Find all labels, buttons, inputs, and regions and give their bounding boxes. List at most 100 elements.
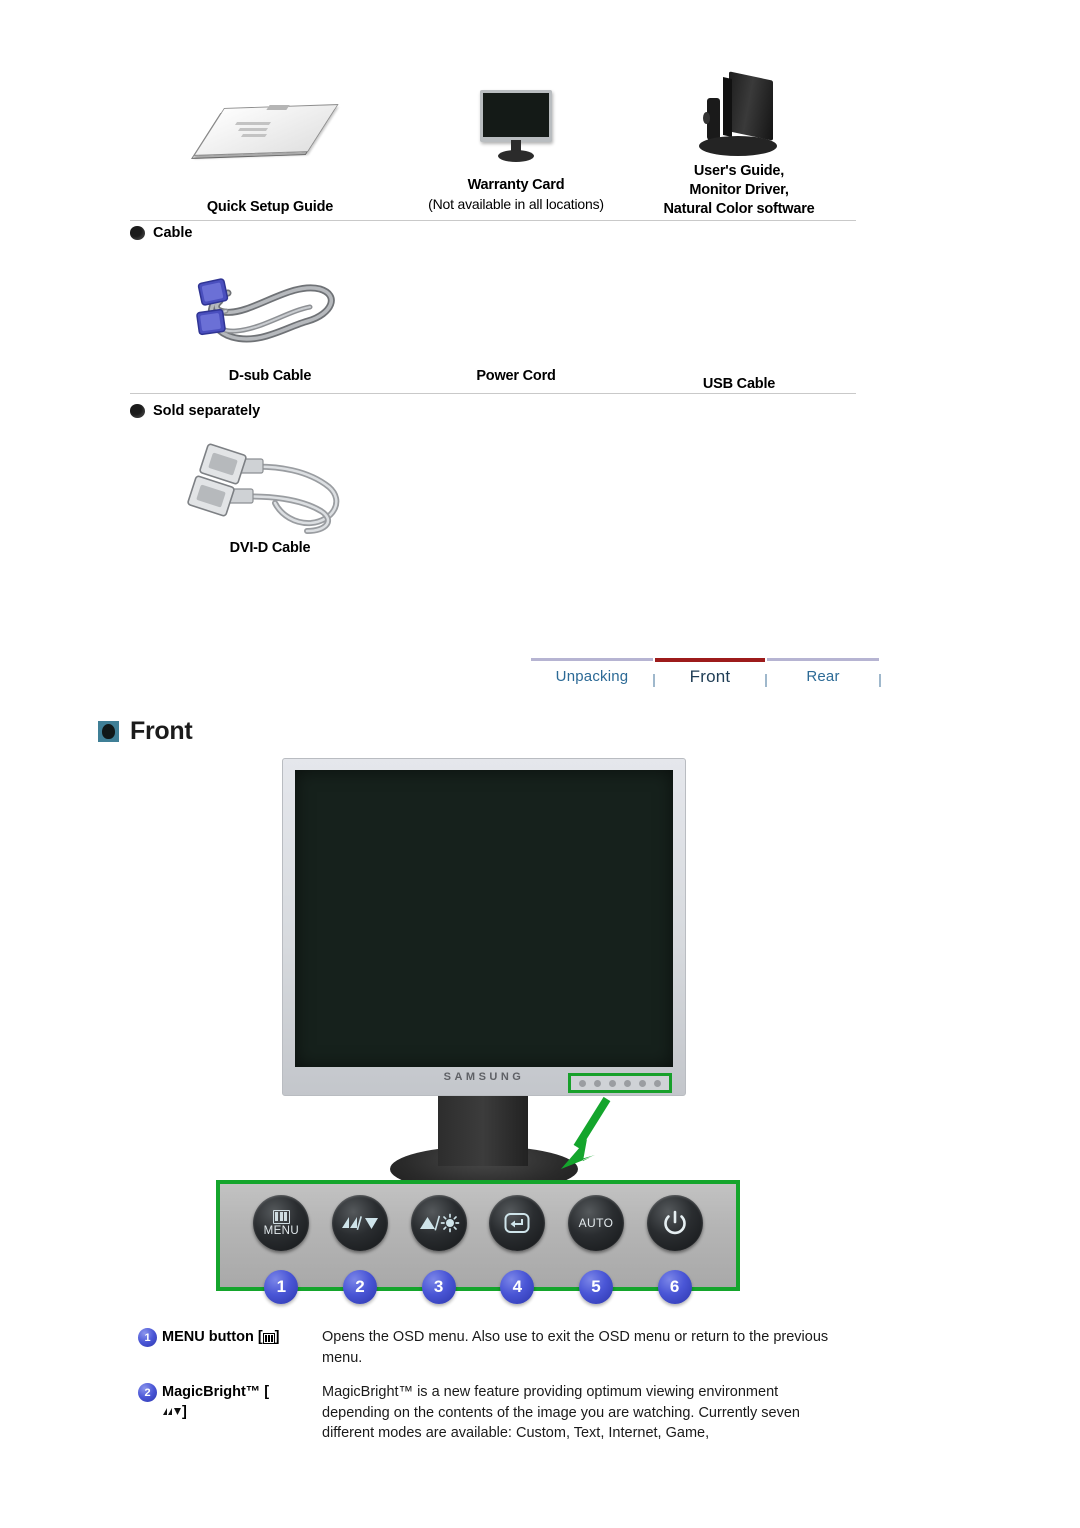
- monitor-button-dot: [594, 1079, 601, 1087]
- monitor-front-photo: SAMSUNG: [282, 758, 686, 1192]
- monitor-button-dot: [654, 1079, 661, 1087]
- accessories-row-documents: Quick Setup Guide Warranty Card (Not ava…: [130, 40, 856, 220]
- accessory-label-quick-setup-guide: Quick Setup Guide: [206, 199, 334, 215]
- tab-label-front: Front: [689, 667, 731, 686]
- number-badge-6: 6: [657, 1270, 692, 1304]
- monitor-front-image: [474, 40, 558, 162]
- number-badge-1: 1: [138, 1328, 157, 1347]
- magicbright-down-icon: [340, 1214, 380, 1232]
- accessory-label-dsub-cable: D-sub Cable: [228, 368, 312, 384]
- monitor-button-dot: [579, 1079, 586, 1087]
- page-title-front: Front: [98, 717, 193, 746]
- dsub-cable-icon: [190, 267, 350, 359]
- menu-bars-icon: [262, 1333, 275, 1344]
- accessory-label-power-cord: Power Cord: [476, 368, 556, 384]
- control-panel-buttons: MENU AUTO: [220, 1195, 736, 1251]
- tab-underline: [767, 658, 879, 661]
- accessory-usb-cable: USB Cable: [622, 247, 856, 393]
- monitor-button-dot: [639, 1079, 646, 1087]
- accessory-label-users-guide-1: User's Guide,: [693, 163, 785, 179]
- sold-separately-heading-label: Sold separately: [153, 403, 261, 419]
- bullet-dot-icon: [130, 226, 145, 240]
- row-description-cell: MagicBright™ is a new feature providing …: [322, 1384, 800, 1441]
- accessory-users-guide: User's Guide, Monitor Driver, Natural Co…: [622, 40, 856, 220]
- accessory-power-cord: Power Cord: [410, 247, 622, 393]
- accessory-label-users-guide-2: Monitor Driver,: [689, 182, 789, 198]
- number-badge-2: 2: [342, 1270, 377, 1304]
- accessories-row-cables: D-sub Cable Power Cord USB Cable: [130, 247, 856, 393]
- menu-button-term-tail: ]: [274, 1329, 280, 1345]
- magicbright-term-label: MagicBright™ [: [162, 1384, 270, 1400]
- accessory-quick-setup-guide: Quick Setup Guide: [130, 40, 410, 220]
- monitor-bezel: SAMSUNG: [282, 758, 686, 1096]
- number-badge-3: 3: [421, 1270, 456, 1304]
- menu-button-term-label: MENU button [: [162, 1329, 263, 1345]
- auto-button[interactable]: AUTO: [567, 1195, 624, 1251]
- row-term-cell: MENU button []: [162, 1327, 322, 1347]
- control-panel-number-badges: 1 2 3 4 5 6: [220, 1270, 736, 1304]
- tab-unpacking[interactable]: Unpacking: [531, 658, 653, 692]
- cable-heading-label: Cable: [153, 225, 193, 241]
- accessory-label-users-guide-group: User's Guide, Monitor Driver, Natural Co…: [663, 162, 814, 220]
- sold-separately-section-heading: Sold separately: [130, 403, 856, 419]
- dvi-d-cable-image: [183, 423, 358, 534]
- dvi-d-cable-icon: [183, 439, 358, 534]
- accessory-label-warranty-card: Warranty Card: [467, 177, 565, 193]
- row-description-cell: Opens the OSD menu. Also use to exit the…: [322, 1329, 829, 1366]
- monitor-button-dot: [609, 1079, 616, 1087]
- menu-bars-icon: [272, 1209, 290, 1224]
- accessory-note-warranty-card: (Not available in all locations): [428, 196, 604, 212]
- monitor-front-icon: [474, 90, 558, 162]
- monitor-angled-image: [689, 40, 789, 162]
- tab-rear[interactable]: Rear: [767, 658, 879, 692]
- enter-button[interactable]: [489, 1195, 546, 1251]
- accessory-dvi-d-cable: DVI-D Cable: [130, 423, 410, 565]
- accessory-warranty-card: Warranty Card (Not available in all loca…: [410, 40, 622, 220]
- control-panel-callout: MENU AUTO 1 2 3 4 5 6: [216, 1180, 740, 1304]
- row-term-cell: MagicBright™ [ ]: [162, 1382, 322, 1422]
- control-descriptions-table: 1 MENU button [] Opens the OSD menu. Als…: [138, 1327, 838, 1458]
- tab-label-unpacking: Unpacking: [555, 668, 629, 685]
- accessory-dsub-cable: D-sub Cable: [130, 247, 410, 393]
- monitor-button-dot: [624, 1079, 631, 1087]
- power-button[interactable]: [646, 1195, 703, 1251]
- up-brightness-button[interactable]: [410, 1195, 467, 1251]
- magicbright-term-tail: ]: [182, 1404, 187, 1420]
- table-row: 1 MENU button [] Opens the OSD menu. Als…: [138, 1327, 838, 1368]
- dsub-cable-image: [190, 247, 350, 359]
- tab-separator: [879, 674, 881, 687]
- menu-button[interactable]: MENU: [253, 1195, 310, 1251]
- page-title-label: Front: [130, 717, 193, 745]
- row-number-cell: 2: [138, 1382, 162, 1402]
- divider-after-documents: [130, 220, 856, 221]
- tab-front[interactable]: Front: [655, 658, 765, 692]
- bullet-dot-icon: [130, 404, 145, 418]
- accessories-row-sold-separately: DVI-D Cable: [130, 423, 856, 565]
- square-bullet-icon: [98, 721, 119, 742]
- magicbright-down-button[interactable]: [331, 1195, 388, 1251]
- number-badge-4: 4: [500, 1270, 535, 1304]
- tab-underline: [531, 658, 653, 661]
- number-badge-2: 2: [138, 1383, 157, 1402]
- accessory-label-users-guide-3: Natural Color software: [663, 201, 815, 217]
- monitor-neck: [438, 1096, 528, 1166]
- callout-arrow-icon: [555, 1095, 625, 1175]
- monitor-screen: [295, 770, 673, 1067]
- menu-button-caption: MENU: [263, 1224, 300, 1237]
- up-brightness-icon: [418, 1213, 460, 1233]
- tab-underline-active: [655, 658, 765, 662]
- monitor-angled-icon: [689, 71, 789, 162]
- power-icon: [663, 1210, 687, 1236]
- enter-icon: [504, 1212, 530, 1234]
- section-nav-tabs[interactable]: Unpacking Front Rear: [531, 658, 881, 692]
- number-badge-1: 1: [264, 1270, 299, 1304]
- number-badge-5: 5: [578, 1270, 613, 1304]
- booklet-icon: [191, 100, 339, 162]
- monitor-button-strip-highlight[interactable]: [568, 1073, 672, 1093]
- table-row: 2 MagicBright™ [ ] MagicBright™ is a new…: [138, 1382, 838, 1444]
- booklet-image: [191, 40, 339, 162]
- auto-button-caption: AUTO: [578, 1216, 614, 1230]
- row-number-cell: 1: [138, 1327, 162, 1347]
- cable-section-heading: Cable: [130, 225, 856, 241]
- accessory-label-warranty-card-group: Warranty Card (Not available in all loca…: [428, 162, 604, 220]
